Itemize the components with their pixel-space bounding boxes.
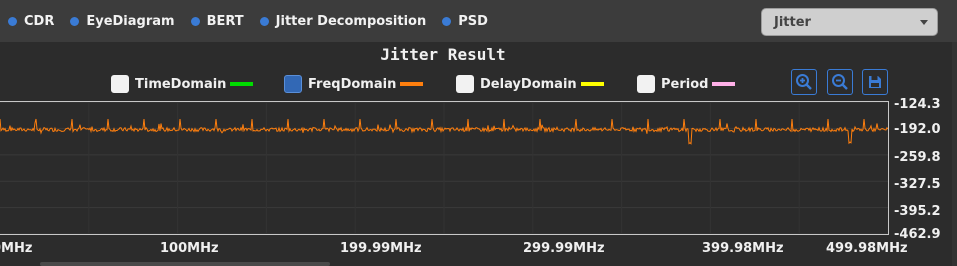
y-tick-label: -395.2: [894, 204, 941, 219]
legend-item-timedomain[interactable]: TimeDomain: [111, 74, 254, 94]
mode-select-value: Jitter: [774, 15, 811, 30]
y-tick-label: -462.9: [894, 227, 941, 242]
plot-area[interactable]: [0, 101, 889, 235]
legend-item-freqdomain[interactable]: FreqDomain: [284, 74, 424, 94]
save-icon: [869, 76, 881, 88]
x-tick-label: 299.99MHz: [523, 241, 605, 256]
legend-label: TimeDomain: [135, 76, 227, 92]
legend-swatch: [712, 82, 736, 86]
nav-dot-icon: [190, 16, 200, 26]
nav-item-label: EyeDiagram: [86, 13, 175, 29]
zoom-out-button[interactable]: [827, 69, 853, 95]
legend-label: FreqDomain: [308, 76, 397, 92]
nav-dot-icon: [8, 16, 17, 26]
legend-swatch: [400, 82, 424, 86]
x-tick-label: 0MHz: [0, 241, 33, 256]
legend-swatch: [580, 82, 604, 86]
y-tick-label: -259.8: [894, 150, 941, 165]
legend-swatch: [230, 82, 254, 86]
mode-select[interactable]: Jitter: [761, 8, 938, 36]
jitter-plot: [0, 102, 888, 234]
legend-item-delaydomain[interactable]: DelayDomain: [456, 74, 604, 94]
nav-item-label: CDR: [24, 13, 55, 29]
zoom-in-button[interactable]: [791, 69, 817, 95]
y-tick-label: -327.5: [894, 177, 941, 192]
x-tick-label: 100MHz: [160, 241, 219, 256]
chart-title: Jitter Result: [380, 45, 506, 64]
zoom-in-icon: [796, 74, 812, 90]
nav-item-label: BERT: [206, 13, 244, 29]
nav-item-bert[interactable]: BERT: [190, 13, 244, 29]
nav-item-cdr[interactable]: CDR: [8, 14, 54, 29]
legend-checkbox[interactable]: [111, 75, 129, 93]
x-tick-label: 399.98MHz: [702, 241, 784, 256]
top-bar: CDR EyeDiagram BERT Jitter Decomposition…: [0, 0, 957, 42]
nav-item-jitter-decomposition[interactable]: Jitter Decomposition: [259, 13, 427, 29]
vertical-scrollbar[interactable]: [952, 42, 957, 266]
x-tick-label: 499.98MHz: [826, 241, 908, 256]
legend-checkbox[interactable]: [637, 75, 655, 93]
legend-label: Period: [661, 76, 709, 92]
y-tick-label: -192.0: [894, 122, 941, 137]
x-tick-label: 199.99MHz: [340, 241, 422, 256]
nav-dot-icon: [442, 16, 452, 26]
zoom-out-icon: [832, 74, 848, 90]
nav-item-label: PSD: [458, 13, 488, 29]
legend-item-period[interactable]: Period: [637, 74, 736, 94]
nav-item-psd[interactable]: PSD: [442, 14, 488, 29]
nav-dot-icon: [70, 16, 80, 26]
save-button[interactable]: [862, 69, 888, 95]
horizontal-scrollbar-thumb[interactable]: [40, 262, 330, 266]
nav-dot-icon: [259, 16, 269, 26]
nav-item-label: Jitter Decomposition: [275, 13, 427, 29]
y-tick-label: -124.3: [894, 97, 941, 112]
legend-label: DelayDomain: [480, 76, 577, 92]
legend-checkbox[interactable]: [456, 75, 474, 93]
chevron-down-icon: [920, 20, 928, 25]
view-nav: CDR EyeDiagram BERT Jitter Decomposition…: [0, 11, 504, 31]
legend-checkbox[interactable]: [284, 75, 302, 93]
nav-item-eyediagram[interactable]: EyeDiagram: [70, 13, 175, 29]
